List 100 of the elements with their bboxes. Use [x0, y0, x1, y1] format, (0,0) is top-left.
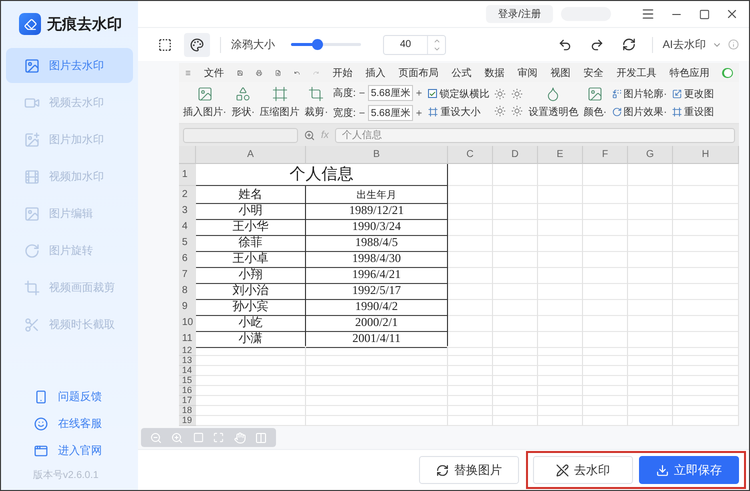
empty-cell[interactable] — [493, 416, 538, 426]
zoom-out-icon[interactable] — [150, 432, 162, 444]
empty-cell[interactable] — [493, 218, 538, 236]
empty-cell[interactable] — [493, 266, 538, 284]
toggle-switch[interactable] — [722, 68, 733, 78]
menu-tab[interactable]: 数据 — [484, 66, 504, 80]
empty-cell[interactable] — [493, 314, 538, 332]
empty-cell[interactable] — [306, 406, 448, 416]
zoom-in-icon[interactable] — [171, 432, 184, 444]
empty-cell[interactable] — [628, 416, 673, 426]
empty-cell[interactable] — [493, 202, 538, 220]
empty-cell[interactable] — [448, 314, 493, 332]
ai-mode-dropdown[interactable]: AI去水印 — [662, 37, 706, 52]
empty-cell[interactable] — [448, 164, 493, 186]
plus-icon[interactable] — [415, 88, 424, 96]
empty-cell[interactable] — [583, 396, 628, 406]
empty-cell[interactable] — [673, 186, 739, 204]
empty-cell[interactable] — [538, 314, 583, 332]
empty-cell[interactable] — [448, 298, 493, 316]
empty-cell[interactable] — [673, 314, 739, 332]
remove-watermark-button[interactable]: 去水印 — [533, 456, 633, 484]
menu-tab[interactable]: 页面布局 — [398, 66, 438, 80]
empty-cell[interactable] — [583, 266, 628, 284]
empty-cell[interactable] — [583, 366, 628, 376]
empty-cell[interactable] — [448, 386, 493, 396]
empty-cell[interactable] — [583, 356, 628, 366]
empty-cell[interactable] — [448, 250, 493, 268]
brush-tool-icon[interactable] — [184, 32, 210, 56]
ribbon-button[interactable]: 图片效果· — [612, 104, 667, 118]
replace-image-button[interactable]: 替换图片 — [419, 456, 519, 484]
ribbon-button[interactable]: 形状· — [231, 86, 255, 119]
empty-cell[interactable] — [448, 416, 493, 426]
column-header[interactable]: A — [196, 146, 306, 164]
empty-cell[interactable] — [448, 376, 493, 386]
menu-tab[interactable]: 文件 — [204, 66, 224, 80]
empty-cell[interactable] — [583, 164, 628, 186]
printer-icon[interactable] — [256, 68, 262, 78]
empty-cell[interactable] — [628, 396, 673, 406]
empty-cell[interactable] — [583, 298, 628, 316]
footer-link[interactable]: 问题反馈 — [1, 383, 138, 410]
empty-cell[interactable] — [628, 376, 673, 386]
fit-icon[interactable] — [192, 432, 204, 443]
empty-cell[interactable] — [538, 266, 583, 284]
menu-tab[interactable]: 公式 — [451, 66, 472, 80]
ribbon-button[interactable]: 更改图 — [672, 86, 714, 100]
empty-cell[interactable] — [583, 250, 628, 268]
preview-icon[interactable] — [275, 68, 282, 78]
empty-cell[interactable] — [673, 266, 739, 284]
empty-cell[interactable] — [628, 218, 673, 236]
empty-cell[interactable] — [538, 356, 583, 366]
empty-cell[interactable] — [306, 376, 448, 386]
empty-cell[interactable] — [493, 330, 538, 348]
empty-cell[interactable] — [448, 356, 493, 366]
empty-cell[interactable] — [673, 346, 739, 356]
empty-cell[interactable] — [306, 386, 448, 396]
empty-cell[interactable] — [493, 164, 538, 186]
empty-cell[interactable] — [673, 330, 739, 348]
empty-cell[interactable] — [448, 282, 493, 300]
column-header[interactable]: C — [448, 146, 493, 164]
empty-cell[interactable] — [538, 298, 583, 316]
empty-cell[interactable] — [448, 186, 493, 204]
menu-tab[interactable]: 安全 — [583, 66, 604, 80]
empty-cell[interactable] — [306, 366, 448, 376]
column-header[interactable]: G — [628, 146, 673, 164]
empty-cell[interactable] — [306, 396, 448, 406]
empty-cell[interactable] — [448, 330, 493, 348]
empty-cell[interactable] — [628, 298, 673, 316]
empty-cell[interactable] — [628, 406, 673, 416]
empty-cell[interactable] — [493, 346, 538, 356]
ribbon-button[interactable]: 重设大小 — [428, 104, 490, 118]
empty-cell[interactable] — [673, 202, 739, 220]
brightness-contrast-icons[interactable] — [494, 88, 524, 117]
empty-cell[interactable] — [448, 346, 493, 356]
empty-cell[interactable] — [673, 356, 739, 366]
empty-cell[interactable] — [306, 346, 448, 356]
empty-cell[interactable] — [306, 416, 448, 426]
empty-cell[interactable] — [583, 282, 628, 300]
empty-cell[interactable] — [673, 386, 739, 396]
empty-cell[interactable] — [538, 346, 583, 356]
empty-cell[interactable] — [583, 330, 628, 348]
empty-cell[interactable] — [493, 356, 538, 366]
column-header[interactable]: F — [583, 146, 628, 164]
empty-cell[interactable] — [628, 202, 673, 220]
empty-cell[interactable] — [628, 346, 673, 356]
empty-cell[interactable] — [673, 218, 739, 236]
ribbon-button[interactable]: 插入图片· — [183, 86, 226, 119]
empty-cell[interactable] — [673, 376, 739, 386]
empty-cell[interactable] — [673, 366, 739, 376]
empty-cell[interactable] — [538, 234, 583, 252]
menu-tab[interactable]: 开发工具 — [616, 66, 656, 80]
menu-tab[interactable]: 特色应用 — [669, 66, 710, 80]
empty-cell[interactable] — [583, 406, 628, 416]
empty-cell[interactable] — [673, 282, 739, 300]
footer-link[interactable]: 进入官网 — [1, 437, 138, 464]
info-icon[interactable] — [728, 39, 739, 50]
empty-cell[interactable] — [628, 330, 673, 348]
empty-cell[interactable] — [538, 164, 583, 186]
empty-cell[interactable] — [673, 396, 739, 406]
empty-cell[interactable] — [583, 376, 628, 386]
empty-cell[interactable] — [538, 386, 583, 396]
